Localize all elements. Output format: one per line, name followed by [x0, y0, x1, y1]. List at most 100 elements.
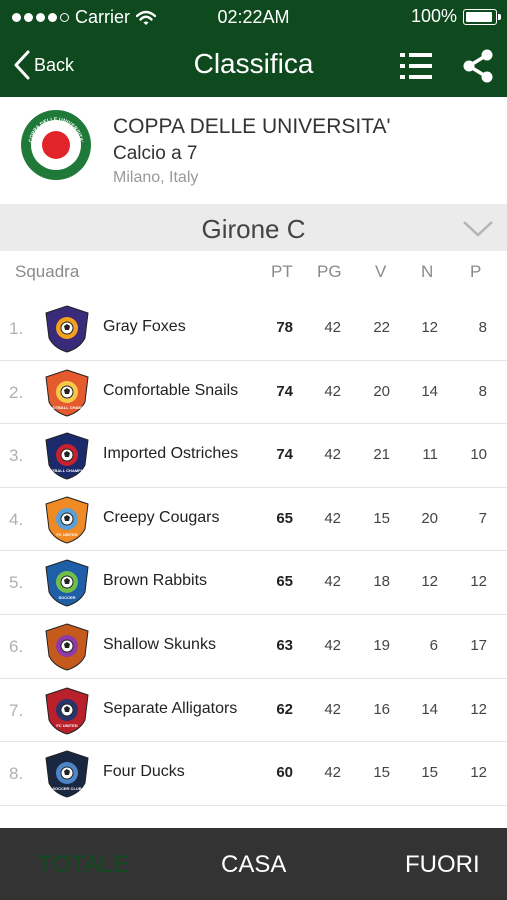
team-v: 19	[373, 636, 390, 654]
team-name: Gray Foxes	[103, 318, 186, 335]
team-v: 21	[373, 446, 390, 464]
crest-fc-united-icon: FC UNITED	[45, 687, 89, 735]
team-pg: 42	[324, 573, 341, 591]
battery-percent: 100%	[410, 6, 457, 26]
competition-name: COPPA DELLE UNIVERSITA'	[113, 115, 391, 138]
back-button[interactable]: Back	[14, 50, 74, 80]
competition-sport: Calcio a 7	[113, 143, 198, 164]
table-row[interactable]: 2. FOOTBALL CHAMPS Comfortable Snails 74…	[0, 361, 507, 425]
status-bar: Carrier 02:22AM 100%	[0, 0, 507, 34]
team-name: Four Ducks	[103, 763, 185, 781]
team-pt: 60	[276, 764, 293, 782]
team-v: 16	[373, 700, 390, 718]
team-pt: 65	[276, 509, 293, 527]
crest-text: FOOTBALL CHAMPS	[47, 405, 87, 410]
team-pt: 74	[276, 446, 293, 464]
team-v: 18	[373, 573, 390, 591]
battery-icon	[463, 8, 501, 25]
team-rank: 1.	[9, 319, 24, 338]
team-pg: 42	[324, 382, 341, 400]
column-n: N	[421, 262, 434, 281]
team-p: 17	[470, 636, 487, 654]
team-name: Separate Alligators	[103, 699, 238, 717]
team-pg: 42	[324, 509, 341, 527]
table-row[interactable]: 8. SOCCER CLUB Four Ducks 60 42 15 15 12	[0, 742, 507, 806]
team-pg: 42	[324, 446, 341, 464]
team-pt: 62	[276, 700, 293, 718]
crest-text: FC UNITED	[56, 723, 77, 728]
team-name: Creepy Cougars	[103, 508, 220, 526]
competition-logo: COPPA DELLE UNIVERSITA'	[21, 110, 91, 180]
tab-totale[interactable]: TOTALE	[38, 851, 129, 879]
team-n: 6	[429, 636, 438, 654]
team-n: 14	[421, 382, 438, 400]
crest-champions-icon: FOOTBALL CHAMPIONS	[43, 432, 91, 480]
table-row[interactable]: 4. FC UNITED Creepy Cougars 65 42 15 20 …	[0, 488, 507, 552]
top-bar: Carrier 02:22AM 100% Back Classifica	[0, 0, 507, 97]
group-selector[interactable]: Girone C	[0, 204, 507, 251]
column-pt: PT	[271, 262, 293, 281]
team-rank: 2.	[9, 382, 24, 402]
crest-soccer-icon: SOCCER	[45, 559, 89, 607]
team-pt: 74	[276, 382, 293, 400]
team-v: 15	[373, 764, 390, 782]
team-pg: 42	[324, 319, 341, 336]
competition-location: Milano, Italy	[113, 169, 199, 186]
standings-list: 1. Gray Foxes 78 42 22 12 8 2. FOOTBALL …	[0, 297, 507, 806]
team-rank: 7.	[9, 700, 24, 720]
table-row[interactable]: 6. Shallow Skunks 63 42 19 6 17	[0, 615, 507, 679]
standings-header: Squadra PT PG V N P	[0, 251, 507, 291]
share-button[interactable]	[460, 48, 496, 84]
tab-bar: TOTALE CASA FUORI	[0, 828, 507, 900]
column-v: V	[375, 262, 387, 281]
team-n: 20	[421, 509, 438, 527]
crest-text: SOCCER	[58, 595, 75, 600]
tab-casa[interactable]: CASA	[221, 851, 286, 879]
crest-shield-icon: FOOTBALL CHAMPS	[45, 369, 89, 417]
team-p: 8	[478, 319, 487, 336]
team-pg: 42	[324, 700, 341, 718]
column-team: Squadra	[15, 262, 80, 281]
table-row[interactable]: 3. FOOTBALL CHAMPIONS Imported Ostriches…	[0, 424, 507, 488]
list-button[interactable]	[398, 48, 434, 84]
team-v: 20	[373, 382, 390, 400]
team-rank: 3.	[9, 446, 24, 466]
team-p: 12	[470, 700, 487, 718]
tab-fuori[interactable]: FUORI	[405, 851, 480, 879]
table-row[interactable]: 1. Gray Foxes 78 42 22 12 8	[0, 297, 507, 361]
crest-text: SOCCER CLUB	[52, 786, 81, 791]
team-pg: 42	[324, 636, 341, 654]
column-p: P	[470, 262, 482, 281]
crest-shield-icon	[45, 623, 89, 671]
team-name: Comfortable Snails	[103, 381, 239, 399]
team-n: 12	[421, 573, 438, 591]
crest-fc-united-icon: FC UNITED	[45, 496, 89, 544]
list-icon	[400, 53, 432, 79]
crest-text: FC UNITED	[56, 532, 77, 537]
back-label: Back	[34, 54, 75, 75]
team-pt: 78	[276, 319, 293, 336]
team-n: 12	[421, 319, 438, 336]
nav-bar: Back Classifica	[0, 34, 507, 97]
team-p: 10	[470, 446, 487, 464]
team-p: 12	[470, 573, 487, 591]
share-icon	[463, 49, 493, 83]
team-p: 12	[470, 764, 487, 782]
team-pt: 65	[276, 573, 293, 591]
table-row[interactable]: 5. SOCCER Brown Rabbits 65 42 18 12 12	[0, 551, 507, 615]
crest-soccer-club-icon: SOCCER CLUB	[45, 750, 89, 798]
team-rank: 6.	[9, 636, 24, 656]
team-pt: 63	[276, 636, 293, 654]
chevron-down-icon	[463, 221, 493, 237]
team-p: 8	[478, 382, 487, 400]
team-n: 15	[421, 764, 438, 782]
column-pg: PG	[317, 262, 342, 281]
team-name: Brown Rabbits	[103, 572, 208, 590]
status-right: 100%	[410, 6, 501, 27]
team-n: 14	[421, 700, 438, 718]
team-rank: 8.	[9, 764, 24, 784]
table-row[interactable]: 7. FC UNITED Separate Alligators 62 42 1…	[0, 679, 507, 743]
competition-header: COPPA DELLE UNIVERSITA' COPPA DELLE UNIV…	[0, 97, 507, 204]
team-name: Imported Ostriches	[103, 445, 239, 463]
team-name: Shallow Skunks	[103, 635, 216, 653]
